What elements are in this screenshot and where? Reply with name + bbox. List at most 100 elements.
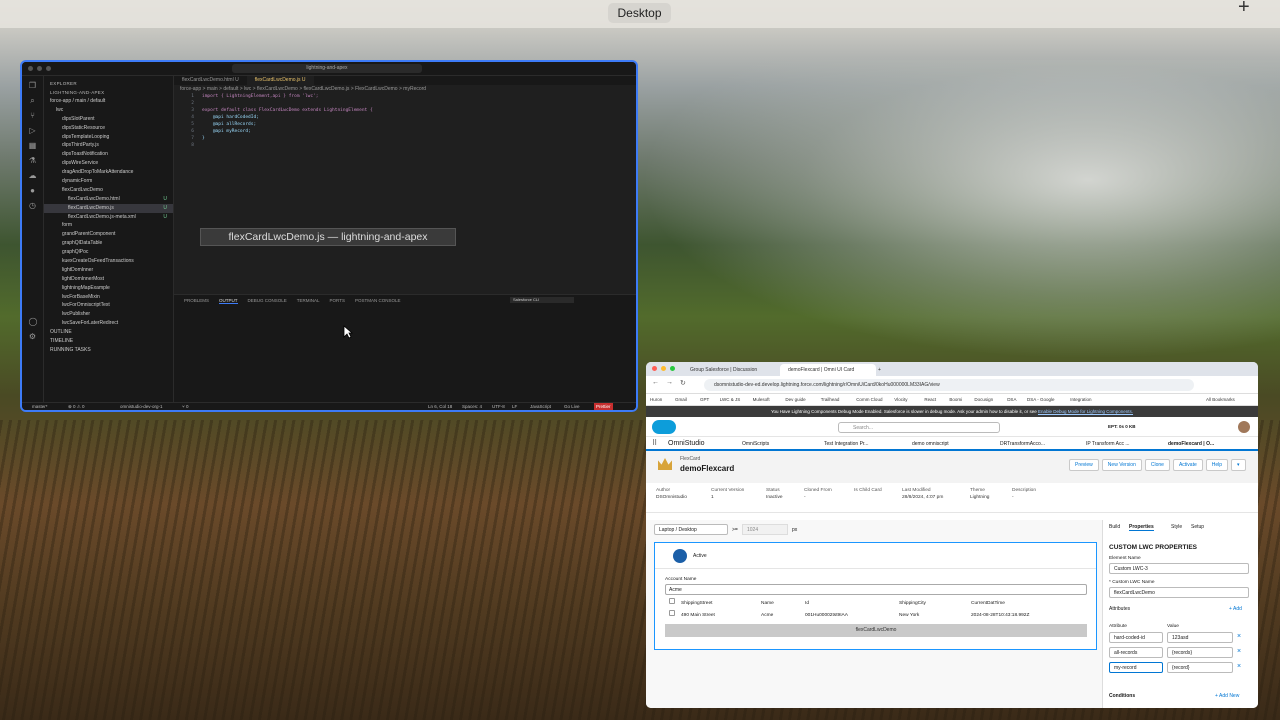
run-debug-icon[interactable]: ▷ — [29, 127, 37, 135]
browser-tab-demoflexcard[interactable]: demoFlexcard | Omni UI Card — [780, 364, 876, 376]
maximize-window-icon[interactable] — [670, 366, 675, 371]
tab-setup[interactable]: Setup — [1191, 524, 1204, 530]
tab-properties[interactable]: Properties — [1129, 524, 1154, 531]
reload-icon[interactable]: ↻ — [680, 379, 686, 387]
bookmark[interactable]: Docusign — [974, 394, 993, 406]
nav-tab-drtransform[interactable]: DRTransformAcco... — [1000, 437, 1045, 451]
tree-item[interactable]: dynamicForm — [44, 177, 173, 186]
panel-tab[interactable]: OUTPUT — [219, 298, 238, 304]
lwc-name-select[interactable]: flexCardLwcDemo — [1109, 587, 1249, 598]
tree-item[interactable]: dipsTemplateLooping — [44, 133, 173, 142]
extensions-icon[interactable]: ▦ — [29, 142, 37, 150]
panel-tab[interactable]: POSTMAN CONSOLE — [355, 298, 401, 304]
back-icon[interactable]: ← — [652, 379, 659, 386]
remove-attribute-icon[interactable]: × — [1237, 663, 1241, 670]
nav-tab-ip-transform[interactable]: IP Transform Acc ... — [1086, 437, 1130, 451]
browser-tab-discussion[interactable]: Group Salesforce | Discussion — [682, 364, 778, 376]
app-launcher-icon[interactable]: ⠿ — [652, 437, 657, 451]
search-icon[interactable]: ⌕ — [29, 97, 37, 105]
tree-item[interactable]: graphQlPoc — [44, 248, 173, 257]
nav-tab-test-integration[interactable]: Test Integration Pr... — [824, 437, 868, 451]
add-condition-button[interactable]: + Add New — [1215, 693, 1239, 699]
testing-icon[interactable]: ⚗ — [29, 157, 37, 165]
bookmark[interactable]: Vlocity — [894, 394, 907, 406]
tree-item[interactable]: force-app / main / default — [44, 97, 173, 106]
attribute-value-input[interactable]: 123asd — [1167, 632, 1233, 643]
attribute-name-input[interactable]: my-record — [1109, 662, 1163, 673]
salesforce-logo-icon[interactable] — [652, 420, 676, 434]
tree-item[interactable]: grandParentComponent — [44, 230, 173, 239]
bookmark[interactable]: Comm Cloud — [856, 394, 882, 406]
status-indentation[interactable]: Spaces: 4 — [462, 403, 482, 410]
attribute-value-input[interactable]: {records} — [1167, 647, 1233, 658]
width-input[interactable]: 1024 — [742, 524, 788, 535]
browser-window[interactable]: Group Salesforce | Discussion demoFlexca… — [646, 362, 1258, 708]
global-search-input[interactable]: Search... — [838, 422, 1000, 433]
bookmark[interactable]: LWC & JS — [720, 394, 740, 406]
bookmark[interactable]: All Bookmarks — [1206, 394, 1235, 406]
bookmark[interactable]: Integration — [1070, 394, 1091, 406]
close-window-icon[interactable] — [652, 366, 657, 371]
add-desktop-icon[interactable]: + — [1238, 0, 1250, 19]
status-org[interactable]: omnistudio-dev-org-1 — [120, 403, 163, 410]
tree-item[interactable]: lwcForOmniscriptText — [44, 301, 173, 310]
panel-tab[interactable]: PORTS — [330, 298, 345, 304]
custom-lwc-element[interactable]: flexCardLwcDemo — [665, 624, 1087, 637]
settings-gear-icon[interactable]: ⚙ — [29, 333, 37, 341]
more-actions-icon[interactable]: ▾ — [1231, 459, 1246, 471]
table-row[interactable]: 490 Main Street Acme 001Hu00002tst9IAA New … — [665, 610, 1087, 622]
status-prettier[interactable]: Prettier — [594, 403, 613, 410]
action-button[interactable]: Clone — [1144, 459, 1170, 471]
remove-attribute-icon[interactable]: × — [1237, 648, 1241, 655]
status-cursor-position[interactable]: Ln 6, Col 18 — [428, 403, 452, 410]
bookmark[interactable]: GPT — [700, 394, 709, 406]
status-encoding[interactable]: UTF-8 — [492, 403, 505, 410]
tree-item[interactable]: dipsThirdParty.js — [44, 141, 173, 150]
action-button[interactable]: Preview — [1069, 459, 1099, 471]
editor-area[interactable]: flexCardLwcDemo.html U flexCardLwcDemo.j… — [174, 76, 636, 294]
account-name-field[interactable]: Acme — [665, 584, 1087, 595]
tab-flexcard-html[interactable]: flexCardLwcDemo.html U — [174, 76, 247, 85]
window-controls[interactable] — [28, 66, 51, 71]
action-button[interactable]: Help — [1205, 459, 1229, 471]
status-branch[interactable]: master* — [32, 403, 48, 410]
tree-item[interactable]: flexCardLwcDemo — [44, 186, 173, 195]
tree-item[interactable]: kuexCreateOsFeedTransactions — [44, 257, 173, 266]
tree-item[interactable]: TIMELINE — [44, 337, 173, 346]
tree-item[interactable]: graphQlDataTable — [44, 239, 173, 248]
bookmark[interactable]: Huron — [650, 394, 662, 406]
postman-icon[interactable]: ● — [29, 187, 37, 195]
files-icon[interactable]: ❐ — [29, 82, 37, 90]
row-checkbox[interactable] — [669, 610, 675, 616]
new-tab-icon[interactable]: + — [876, 364, 888, 376]
nav-tab-omniscripts[interactable]: OmniScripts — [742, 437, 769, 451]
tree-item[interactable]: dipsToastNotification — [44, 150, 173, 159]
header-checkbox[interactable] — [669, 598, 675, 604]
nav-tab-demoflexcard[interactable]: demoFlexcard | O... — [1168, 437, 1214, 451]
card-state[interactable]: Active Account Name Acme ShippingStreet N… — [654, 542, 1097, 650]
status-problems[interactable]: ⊗ 0 ⚠ 0 — [68, 403, 85, 410]
timeline-icon[interactable]: ◷ — [29, 202, 37, 210]
tree-item[interactable]: flexCardLwcDemo.js U — [44, 203, 173, 213]
tree-item[interactable]: lightningMapExample — [44, 284, 173, 293]
tree-item[interactable]: lightDomInner — [44, 266, 173, 275]
breadcrumb[interactable]: force-app > main > default > lwc > flexC… — [174, 85, 636, 93]
tree-item[interactable]: form — [44, 221, 173, 230]
url-input[interactable]: dsomnistudio-dev-ed.develop.lightning.fo… — [704, 379, 1194, 391]
remove-attribute-icon[interactable]: × — [1237, 633, 1241, 640]
action-button[interactable]: Activate — [1172, 459, 1203, 471]
bookmark[interactable]: DSA - Google — [1027, 394, 1055, 406]
tab-style[interactable]: Style — [1171, 524, 1182, 530]
add-attribute-button[interactable]: + Add — [1229, 606, 1242, 612]
account-icon[interactable]: ◯ — [29, 318, 38, 326]
tree-item[interactable]: OUTLINE — [44, 328, 173, 337]
panel-tab[interactable]: TERMINAL — [297, 298, 320, 304]
tree-item[interactable]: dragAndDropToMarkAttendance — [44, 168, 173, 177]
minimize-window-icon[interactable] — [661, 366, 666, 371]
element-name-input[interactable]: Custom LWC-3 — [1109, 563, 1249, 574]
tree-item[interactable]: dipsWireService — [44, 159, 173, 168]
tree-item[interactable]: lightDomInnerMost — [44, 275, 173, 284]
bookmark[interactable]: DSA — [1007, 394, 1016, 406]
status-language[interactable]: JavaScript — [530, 403, 551, 410]
salesforce-icon[interactable]: ☁ — [29, 172, 37, 180]
